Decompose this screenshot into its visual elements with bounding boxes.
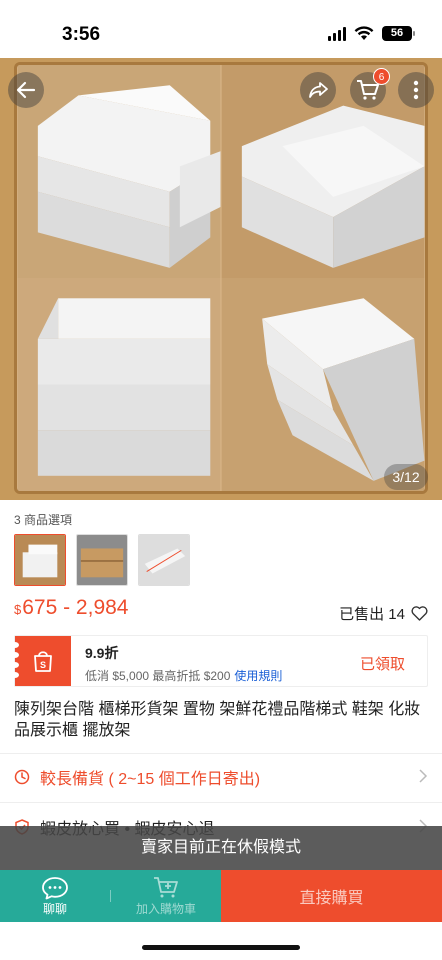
wifi-icon: [354, 26, 374, 40]
shop-voucher[interactable]: S 9.9折 低消 $5,000 最高折抵 $200 使用規則 已領取: [11, 635, 428, 687]
product-title: 陳列架台階 櫃梯形貨架 置物 架鮮花禮品階梯式 鞋架 化妝品展示櫃 擺放架: [14, 701, 421, 739]
image-tile-3: [17, 278, 221, 491]
voucher-badge: S: [11, 636, 71, 686]
share-button[interactable]: [300, 72, 336, 108]
options-count[interactable]: 3 商品選項: [14, 511, 72, 528]
buy-now-button[interactable]: 直接購買: [221, 870, 442, 922]
product-image-gallery[interactable]: 6 3/12: [0, 58, 442, 500]
add-to-cart-button[interactable]: 加入購物車: [111, 870, 221, 922]
add-to-cart-label: 加入購物車: [135, 901, 196, 916]
status-time: 3:56: [62, 24, 101, 45]
option-thumbnail[interactable]: [14, 534, 66, 586]
cart-badge: 6: [373, 68, 390, 85]
svg-text:S: S: [40, 660, 46, 670]
image-page-counter: 3/12: [384, 464, 428, 490]
battery-icon: 56: [382, 26, 415, 41]
signal-icon: [328, 26, 346, 41]
sold-count: 已售出 14: [339, 606, 405, 623]
price-value: 675 - 2,984: [22, 596, 129, 619]
heart-icon[interactable]: [411, 606, 428, 621]
image-tile-4: [221, 278, 425, 491]
chat-label: 聊聊: [42, 901, 67, 916]
product-image: [14, 62, 428, 494]
status-icons: 56: [328, 26, 415, 41]
status-bar: 3:56 56: [0, 0, 442, 58]
arrow-left-icon: [16, 81, 36, 99]
back-button[interactable]: [8, 72, 44, 108]
voucher-condition: 低消 $5,000 最高折抵 $200: [85, 669, 231, 683]
chat-button[interactable]: 聊聊: [0, 870, 110, 922]
vacation-mode-banner: 賣家目前正在休假模式: [0, 826, 442, 870]
divider: [0, 753, 442, 754]
option-thumbnail[interactable]: [138, 534, 190, 586]
voucher-rules-link[interactable]: 使用規則: [234, 669, 282, 683]
more-button[interactable]: [398, 72, 434, 108]
price-currency: $: [14, 602, 22, 617]
more-vertical-icon: [413, 80, 419, 100]
clock-icon: [14, 769, 30, 785]
price-range: $675 - 2,984: [14, 596, 129, 620]
add-to-cart-icon: [154, 876, 178, 897]
divider: [0, 802, 442, 803]
bottom-action-bar: 聊聊 加入購物車 直接購買: [0, 870, 442, 922]
option-thumbnail[interactable]: [76, 534, 128, 586]
buy-now-label: 直接購買: [299, 890, 364, 907]
chevron-right-icon: [419, 769, 428, 783]
chat-icon: [42, 876, 68, 899]
option-thumbnails: [14, 534, 190, 586]
voucher-claimed-status[interactable]: 已領取: [360, 653, 405, 674]
sold-info: 已售出 14: [339, 603, 428, 624]
share-icon: [309, 82, 328, 98]
cart-button[interactable]: 6: [350, 68, 390, 108]
home-indicator: [142, 945, 300, 950]
image-tile-1: [17, 65, 221, 278]
shopee-bag-icon: S: [34, 651, 52, 672]
shipping-text: 較長備貨 ( 2~15 個工作日寄出): [40, 771, 261, 788]
shipping-row[interactable]: 較長備貨 ( 2~15 個工作日寄出): [14, 766, 428, 788]
